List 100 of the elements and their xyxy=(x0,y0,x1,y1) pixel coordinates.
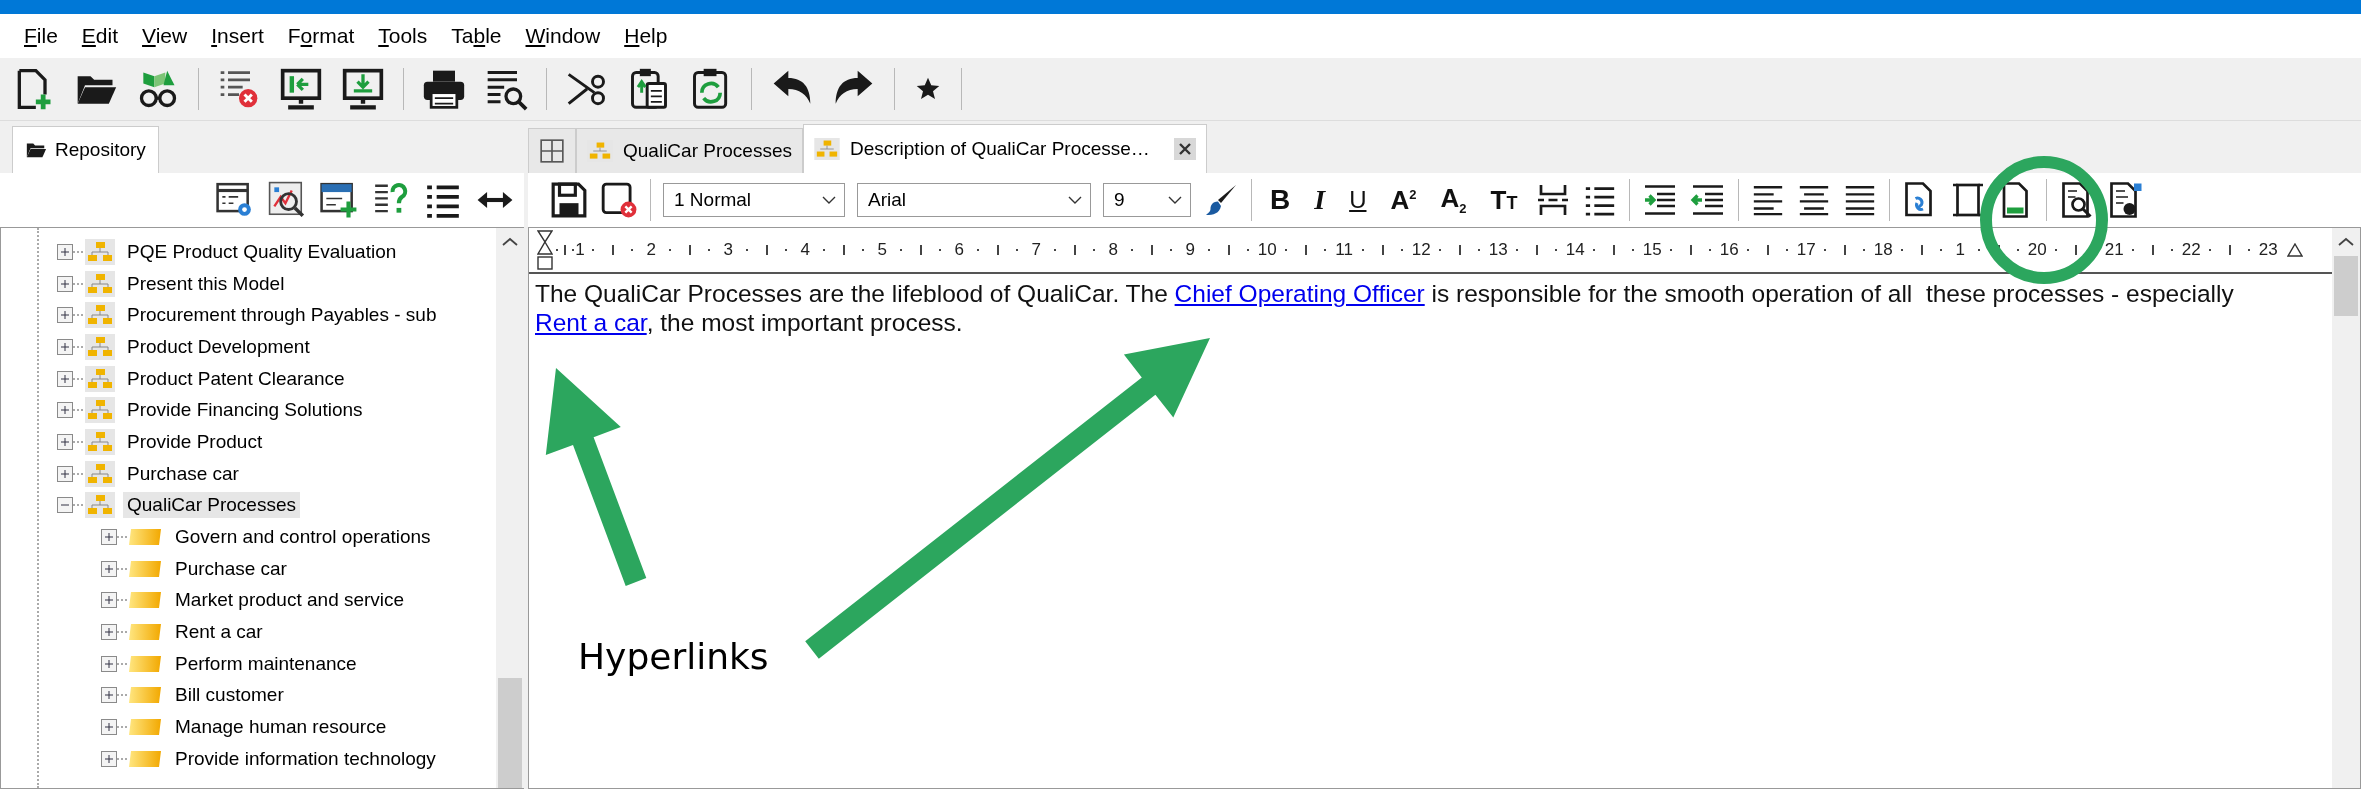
window-close-icon[interactable] xyxy=(600,181,638,219)
tree-item[interactable]: Purchase car xyxy=(123,460,243,487)
window-gear-icon[interactable] xyxy=(216,181,254,219)
ruler-tick xyxy=(631,249,634,251)
expand-icon[interactable] xyxy=(101,560,117,577)
ruler-tick xyxy=(1227,245,1230,255)
menu-item[interactable]: Insert xyxy=(211,24,264,48)
ruler-tick xyxy=(1284,249,1287,251)
format-button[interactable]: I xyxy=(1308,186,1332,214)
ruler-number: 22 xyxy=(2181,240,2201,260)
indent-marker-icon[interactable] xyxy=(537,230,553,270)
ruler-tick xyxy=(1515,249,1518,251)
document-settings-icon[interactable] xyxy=(2107,182,2144,218)
format-button[interactable]: TT xyxy=(1484,187,1524,213)
tree-item[interactable]: Present this Model xyxy=(123,270,289,297)
ruler-number: 16 xyxy=(1719,240,1739,260)
tree-item[interactable]: Govern and control operations xyxy=(171,524,435,551)
ruler-tick xyxy=(1053,249,1056,251)
tree-item[interactable]: Rent a car xyxy=(171,619,267,646)
process-model-icon xyxy=(587,140,613,162)
expand-icon[interactable] xyxy=(101,592,117,609)
expand-icon[interactable] xyxy=(57,243,73,260)
report-search-icon[interactable] xyxy=(268,181,306,219)
expand-icon[interactable] xyxy=(101,655,117,672)
expand-icon[interactable] xyxy=(57,402,73,419)
chevron-up-icon[interactable] xyxy=(2338,237,2354,247)
ruler-tick xyxy=(1073,245,1076,255)
tree-item[interactable]: Market product and service xyxy=(171,587,409,614)
document-tab[interactable]: QualiCar Processes xyxy=(576,128,803,173)
close-icon[interactable] xyxy=(1173,138,1196,160)
ruler-number: 14 xyxy=(1565,240,1585,260)
tree-item[interactable]: Provide Product xyxy=(123,428,267,455)
tree-item[interactable]: Purchase car xyxy=(171,555,291,582)
scrollbar[interactable] xyxy=(2332,228,2360,788)
ruler-number: 13 xyxy=(1488,240,1508,260)
ruler-tick xyxy=(2131,249,2134,251)
font-dropdown[interactable]: Arial xyxy=(857,183,1091,217)
tree-item[interactable]: Provide Financing Solutions xyxy=(123,397,367,424)
window-add-icon[interactable] xyxy=(320,181,358,219)
expand-icon[interactable] xyxy=(57,433,73,450)
style-dropdown[interactable]: 1 Normal xyxy=(663,183,845,217)
folder-block-icon xyxy=(129,748,163,769)
margin-marker-icon[interactable] xyxy=(2287,243,2303,257)
collapse-icon[interactable] xyxy=(57,497,73,514)
document-tab[interactable]: Description of QualiCar Processe… xyxy=(802,124,1207,173)
menu-item[interactable]: Table xyxy=(451,24,502,48)
ruler-tick xyxy=(1669,249,1672,251)
expand-icon[interactable] xyxy=(57,465,73,482)
expand-icon[interactable] xyxy=(101,687,117,704)
chevron-up-icon[interactable] xyxy=(502,237,518,247)
ruler-number: 2 xyxy=(646,240,656,260)
expand-icon[interactable] xyxy=(101,719,117,736)
folder-block-icon xyxy=(129,622,163,643)
menu-item[interactable]: Window xyxy=(525,24,601,48)
menu-item[interactable]: Format xyxy=(287,24,355,48)
expand-icon[interactable] xyxy=(57,275,73,292)
expand-icon[interactable] xyxy=(57,370,73,387)
scrollbar-thumb[interactable] xyxy=(2334,256,2358,316)
tree-item[interactable]: PQE Product Quality Evaluation xyxy=(123,238,401,265)
menu-item[interactable]: Tools xyxy=(378,24,428,48)
monitor-import-icon[interactable] xyxy=(279,67,323,111)
tree-item[interactable]: Manage human resource xyxy=(171,714,391,741)
ruler-number: 21 xyxy=(2104,240,2124,260)
tree-item[interactable]: Procurement through Payables - sub xyxy=(123,302,441,329)
monitor-download-icon[interactable] xyxy=(341,67,385,111)
expand-icon[interactable] xyxy=(57,307,73,324)
ruler-tick xyxy=(1612,245,1615,255)
font-size-dropdown[interactable]: 9 xyxy=(1103,183,1191,217)
scrollbar[interactable] xyxy=(496,228,524,788)
format-button[interactable]: U xyxy=(1343,188,1373,212)
ruler-tick xyxy=(2017,249,2020,251)
menu-item[interactable]: View xyxy=(142,24,188,48)
ruler-tick xyxy=(1207,249,1210,251)
save-icon[interactable] xyxy=(550,181,588,219)
tree-item[interactable]: Perform maintenance xyxy=(171,650,361,677)
expand-icon[interactable] xyxy=(101,750,117,767)
scrollbar-thumb[interactable] xyxy=(498,678,522,788)
ruler-tick xyxy=(822,249,825,251)
expand-icon[interactable] xyxy=(101,624,117,641)
ruler-tick xyxy=(2074,245,2077,255)
hyperlink[interactable]: Chief Operating Officer xyxy=(1174,280,1425,307)
format-button[interactable]: B xyxy=(1264,186,1297,214)
tree-item[interactable]: Provide information technology xyxy=(171,745,440,772)
menu-item[interactable]: File xyxy=(24,24,58,48)
tree-item[interactable]: Product Development xyxy=(123,333,314,360)
expand-icon[interactable] xyxy=(57,338,73,355)
ruler-number: 6 xyxy=(954,240,964,260)
tree-item[interactable]: Bill customer xyxy=(171,682,288,709)
folder-block-icon xyxy=(129,590,163,611)
menu-item[interactable]: Edit xyxy=(81,24,119,48)
tree-item[interactable]: Product Patent Clearance xyxy=(123,365,349,392)
menu-item[interactable]: Help xyxy=(624,24,668,48)
format-button[interactable]: A$^{2}$ xyxy=(1384,187,1423,213)
tree-item[interactable]: QualiCar Processes xyxy=(123,492,300,519)
hyperlink[interactable]: Rent a car xyxy=(535,308,647,336)
panel-tab[interactable]: Repository xyxy=(12,126,159,173)
document-tab[interactable] xyxy=(528,128,576,173)
format-button[interactable]: A$_{2}$ xyxy=(1434,184,1473,216)
expand-icon[interactable] xyxy=(101,529,117,546)
ruler-tick xyxy=(1900,249,1903,251)
